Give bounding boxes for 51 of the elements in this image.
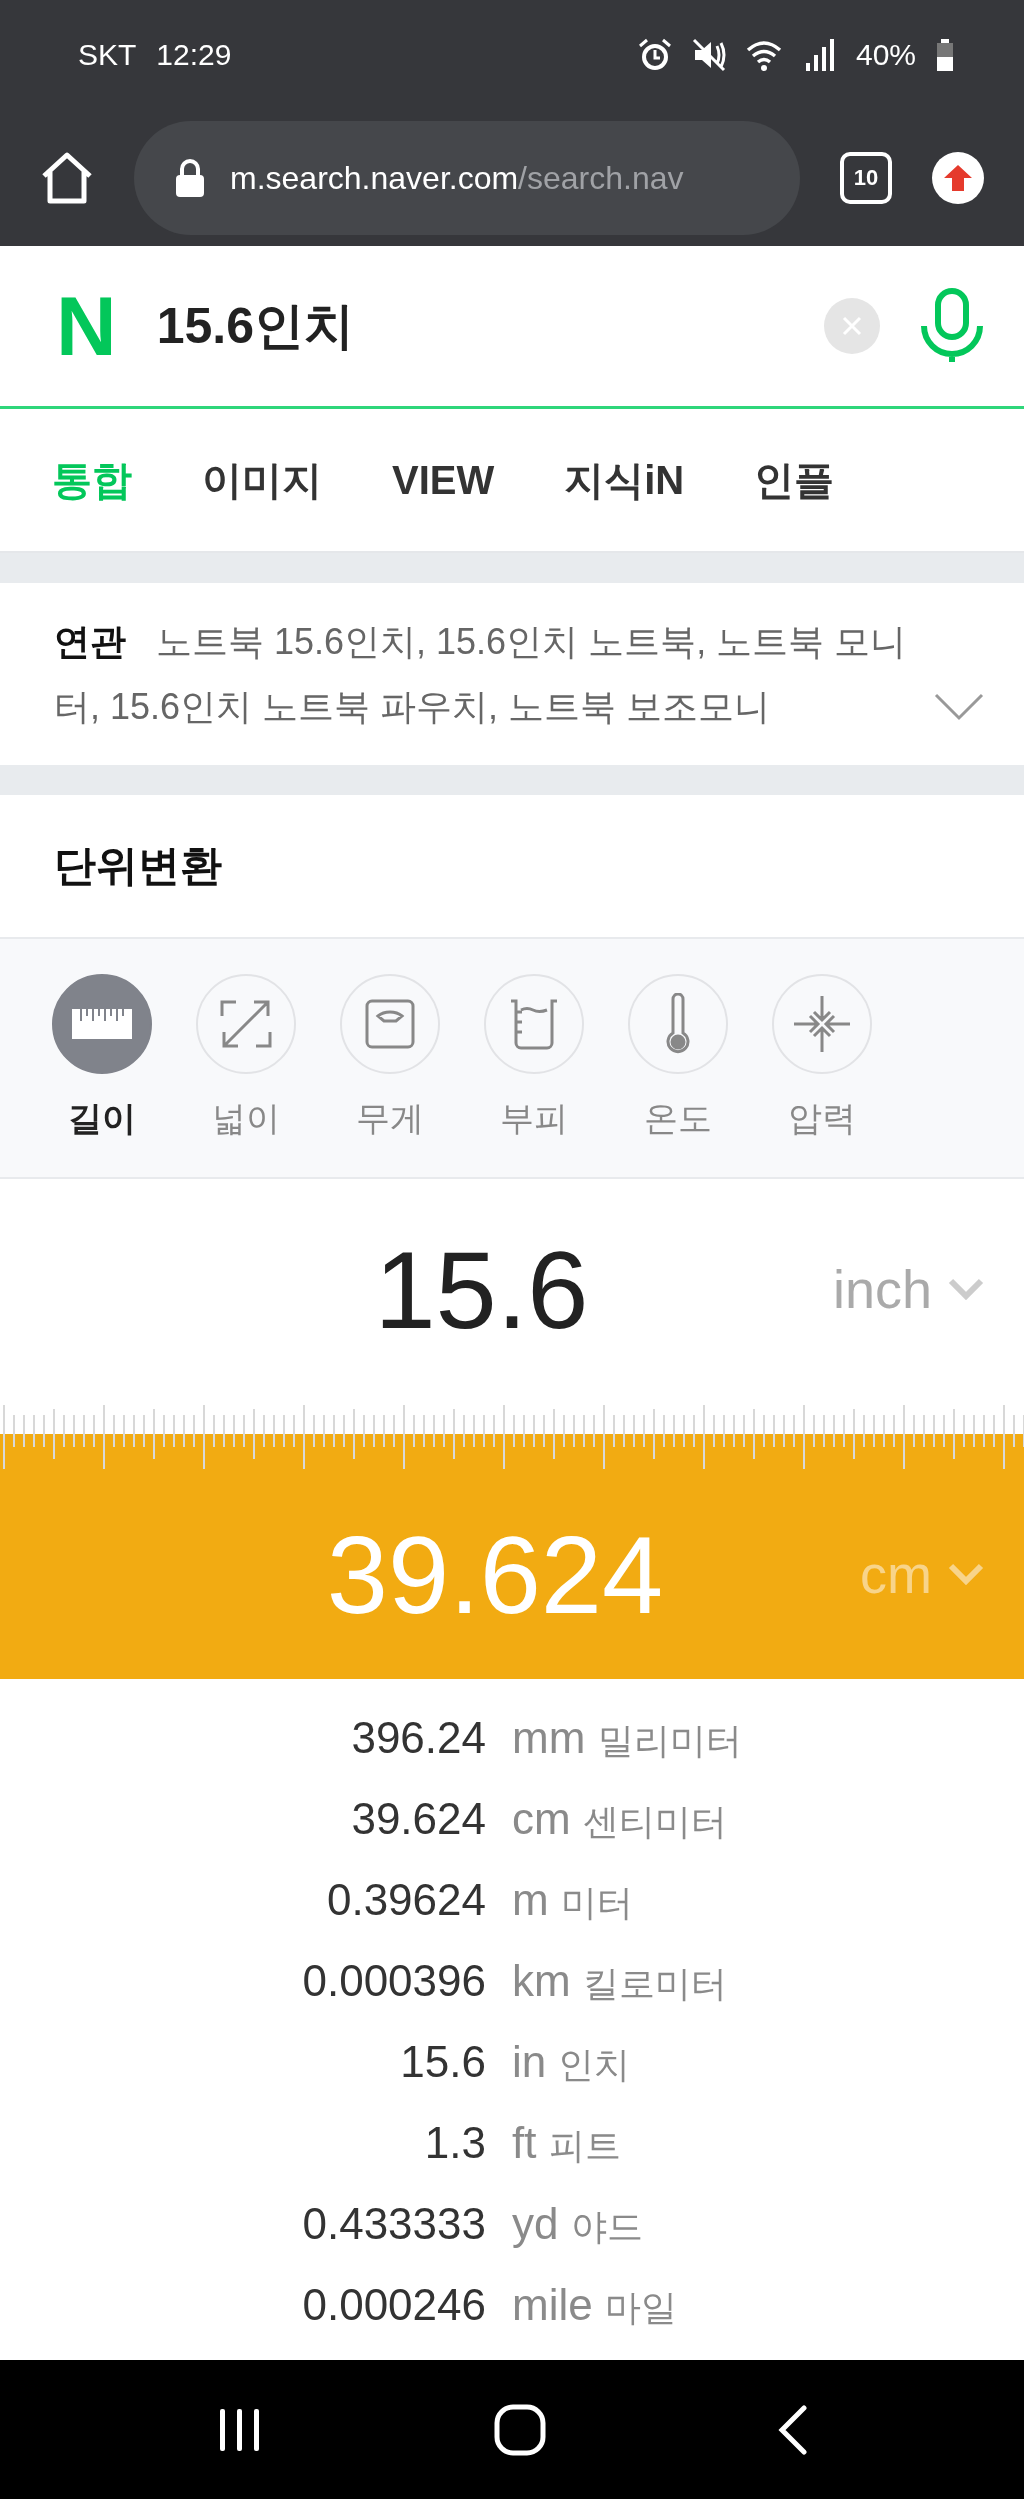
chevron-down-icon (948, 1563, 984, 1585)
ruler-icon (72, 1009, 132, 1039)
home-icon[interactable] (40, 152, 94, 204)
signal-icon (805, 39, 836, 71)
resize-icon (220, 998, 272, 1050)
beaker-icon (509, 998, 559, 1050)
result-unit: mile 마일 (512, 2279, 678, 2331)
thermometer-icon (665, 993, 691, 1055)
scale-icon (365, 999, 415, 1049)
result-number: 0.433333 (301, 2198, 487, 2250)
back-icon[interactable] (778, 2404, 808, 2455)
related-searches: 연관 노트북 15.6인치, 15.6인치 노트북, 노트북 모니터, 15.6인치 노트북 파우치, 노트북 보조모니 (54, 620, 908, 729)
search-field[interactable]: 15.6인치 (156, 292, 784, 360)
carrier-label: SKT (78, 38, 137, 72)
search-tab[interactable]: 지식iN (564, 452, 685, 508)
alarm-icon (637, 38, 672, 72)
result-value: 39.624 (325, 1511, 665, 1638)
url-text: m.search.naver.com/search.nav (230, 159, 684, 197)
result-number: 39.624 (350, 1793, 487, 1845)
result-unit: cm 센티미터 (512, 1793, 728, 1845)
result-unit: in 인치 (512, 2036, 632, 2088)
battery-icon (936, 39, 954, 71)
result-unit: m 미터 (512, 1874, 634, 1926)
address-bar[interactable]: m.search.naver.com/search.nav (134, 121, 800, 235)
search-tab[interactable]: VIEW (392, 457, 495, 503)
input-value[interactable]: 15.6 (0, 1225, 833, 1353)
search-tab[interactable]: 이미지 (202, 452, 322, 508)
battery-percent: 40% (855, 38, 916, 72)
mute-icon (691, 38, 726, 72)
home-button-icon[interactable] (494, 2403, 546, 2456)
lock-icon (174, 158, 206, 198)
result-number: 0.000246 (301, 2279, 487, 2331)
compress-icon (792, 994, 852, 1054)
clock: 12:29 (156, 38, 232, 72)
section-title: 단위변환 (54, 841, 222, 891)
tab-count-button[interactable]: 10 (840, 152, 892, 204)
chevron-down-icon (948, 1278, 984, 1300)
result-unit: km 킬로미터 (512, 1955, 728, 2007)
result-number: 1.3 (423, 2117, 487, 2169)
search-tab[interactable]: 인플 (754, 452, 835, 508)
upload-button[interactable] (932, 152, 984, 204)
result-number: 0.39624 (325, 1874, 487, 1926)
result-unit: yd 야드 (512, 2198, 644, 2250)
close-icon (842, 316, 862, 336)
result-number: 15.6 (399, 2036, 487, 2088)
result-unit: ft 피트 (512, 2117, 622, 2169)
chevron-down-icon[interactable] (934, 693, 984, 721)
arrow-up-icon (944, 165, 972, 191)
result-number: 396.24 (350, 1712, 487, 1764)
result-number: 0.000396 (301, 1955, 487, 2007)
result-unit: mm 밀리미터 (512, 1712, 743, 1764)
